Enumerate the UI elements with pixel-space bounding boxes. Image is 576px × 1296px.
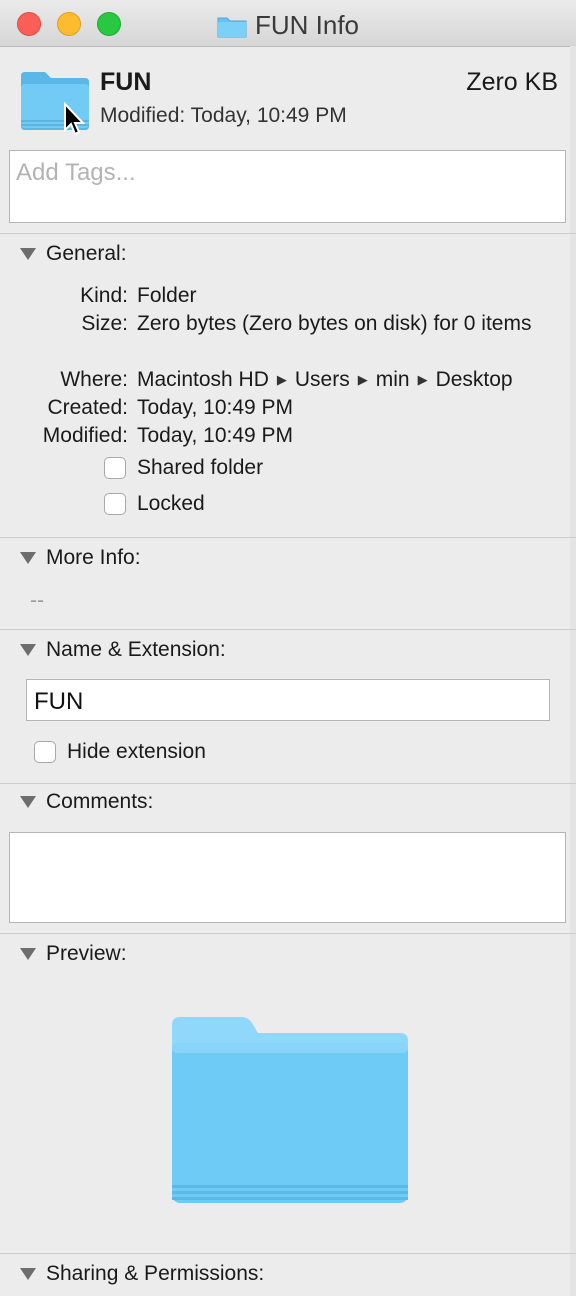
shared-folder-label: Shared folder [137, 456, 264, 479]
folder-preview-icon [172, 1017, 408, 1203]
locked-checkbox[interactable] [104, 493, 126, 515]
divider [0, 933, 576, 934]
section-more-info-title: More Info: [46, 546, 141, 569]
section-sharing-title: Sharing & Permissions: [46, 1262, 265, 1285]
size-label: Size: [81, 312, 128, 335]
locked-label: Locked [137, 492, 205, 515]
title-bar: FUN Info [0, 0, 576, 47]
path-item: Desktop [435, 368, 513, 391]
path-item: min [375, 368, 410, 391]
disclosure-triangle-icon[interactable] [20, 948, 36, 960]
divider [0, 629, 576, 630]
disclosure-triangle-icon[interactable] [20, 1268, 36, 1280]
hide-extension-checkbox[interactable] [34, 741, 56, 763]
section-comments-title: Comments: [46, 790, 154, 813]
section-comments-header[interactable]: Comments: [20, 790, 153, 814]
shared-folder-checkbox[interactable] [104, 457, 126, 479]
section-name-extension-title: Name & Extension: [46, 638, 226, 661]
created-label: Created: [47, 396, 128, 419]
divider [0, 233, 576, 234]
disclosure-triangle-icon[interactable] [20, 796, 36, 808]
path-arrow-icon: ▶ [276, 372, 287, 387]
tags-input[interactable]: Add Tags... [9, 150, 566, 223]
disclosure-triangle-icon[interactable] [20, 248, 36, 260]
section-preview-title: Preview: [46, 942, 127, 965]
divider [0, 783, 576, 784]
divider [0, 537, 576, 538]
modified-label: Modified: [42, 424, 128, 447]
modified-value: Today, 10:49 PM [137, 424, 294, 447]
disclosure-triangle-icon[interactable] [20, 552, 36, 564]
tags-placeholder: Add Tags... [16, 159, 136, 186]
path-arrow-icon: ▶ [417, 372, 428, 387]
created-value: Today, 10:49 PM [137, 396, 294, 419]
folder-icon [217, 17, 247, 38]
path-arrow-icon: ▶ [357, 372, 368, 387]
path-item: Macintosh HD [137, 368, 269, 391]
divider [0, 1253, 576, 1254]
where-label: Where: [60, 368, 128, 391]
kind-value: Folder [137, 284, 197, 307]
comments-field[interactable] [9, 832, 566, 923]
file-size: Zero KB [466, 68, 558, 96]
window-title: FUN Info [254, 10, 360, 40]
window-title-area: FUN Info [0, 10, 576, 41]
section-general-title: General: [46, 242, 127, 265]
section-general-header[interactable]: General: [20, 242, 127, 266]
disclosure-triangle-icon[interactable] [20, 644, 36, 656]
mouse-pointer-icon [64, 102, 85, 136]
size-value: Zero bytes (Zero bytes on disk) for 0 it… [137, 312, 532, 335]
section-preview-header[interactable]: Preview: [20, 942, 127, 966]
more-info-value: -- [30, 589, 44, 612]
section-sharing-header[interactable]: Sharing & Permissions: [20, 1262, 264, 1286]
modified-summary: Modified: Today, 10:49 PM [100, 104, 347, 127]
file-name: FUN [100, 68, 152, 96]
where-path: Macintosh HD ▶ Users ▶ min ▶ Desktop [137, 366, 557, 394]
name-field[interactable]: FUN [26, 679, 550, 721]
path-item: Users [294, 368, 350, 391]
hide-extension-label: Hide extension [67, 740, 206, 763]
kind-label: Kind: [80, 284, 128, 307]
section-name-extension-header[interactable]: Name & Extension: [20, 638, 226, 662]
section-more-info-header[interactable]: More Info: [20, 546, 141, 570]
